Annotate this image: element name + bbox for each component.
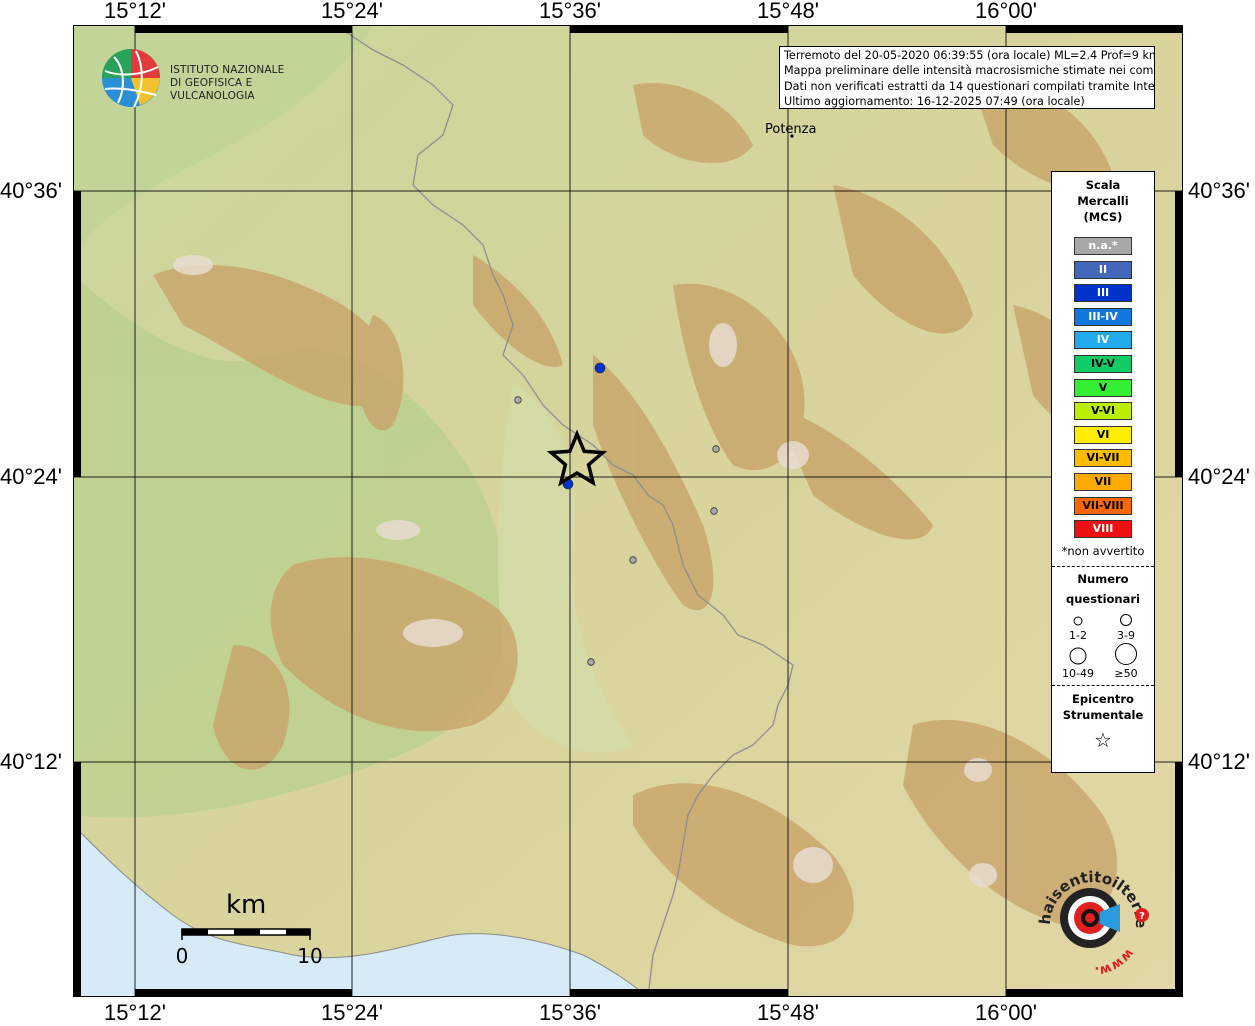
intensity-swatch: V — [1074, 378, 1132, 397]
questionari-title: Numero questionari — [1052, 569, 1154, 609]
intensity-swatch: VII — [1074, 472, 1132, 491]
intensity-swatch: III — [1074, 284, 1132, 303]
event-info-line4: Ultimo aggiornamento: 16-12-2025 07:49 (… — [784, 94, 1085, 108]
lat-tick-right-2: 40°24' — [1188, 464, 1250, 489]
event-info-line1: Terremoto del 20-05-2020 06:39:55 (ora l… — [784, 49, 1155, 62]
legend-title-line2: Mercalli — [1077, 194, 1129, 208]
intensity-swatch: VII-VIII — [1074, 496, 1132, 515]
scale-unit: km — [226, 890, 267, 920]
event-info-line2: Mappa preliminare delle intensità macros… — [784, 64, 1155, 78]
intensity-map[interactable] — [73, 25, 1183, 997]
intensity-swatch: II — [1074, 260, 1132, 279]
event-info-box: Terremoto del 20-05-2020 06:39:55 (ora l… — [779, 46, 1155, 109]
lat-tick-left-1: 40°36' — [0, 178, 62, 203]
hsit-logo: haisentitoilterremoto.it www. ? — [1020, 846, 1158, 990]
event-info-line3: Dati non verificati estratti da 14 quest… — [784, 79, 1155, 93]
map-canvas — [73, 25, 1183, 997]
size-50-plus-label: ≥50 — [1114, 667, 1138, 681]
size-10-49-label: 10-49 — [1062, 667, 1094, 681]
lon-tick-bottom-1: 15°12' — [104, 1000, 166, 1025]
size-10-49-icon — [1069, 647, 1087, 665]
scale-end-label: 10 — [297, 944, 323, 968]
lon-tick-top-1: 15°12' — [104, 0, 166, 23]
intensity-swatch: VI-VII — [1074, 449, 1132, 468]
lon-tick-top-3: 15°36' — [539, 0, 601, 23]
legend-title-line3: (MCS) — [1083, 210, 1123, 224]
size-1-2-label: 1-2 — [1069, 629, 1087, 643]
size-50-plus-icon — [1115, 643, 1137, 666]
city-label-potenza: Potenza — [765, 122, 817, 137]
legend-divider — [1052, 685, 1154, 687]
lon-tick-top-2: 15°24' — [321, 0, 383, 23]
lon-tick-top-5: 16°00' — [975, 0, 1037, 23]
ingv-name: ISTITUTO NAZIONALE DI GEOFISICA E VULCAN… — [170, 64, 320, 103]
observation-point — [710, 507, 718, 515]
legend-note: *non avvertito — [1061, 544, 1145, 559]
observation-point — [514, 396, 522, 404]
questionari-title-line2: questionari — [1066, 592, 1140, 607]
intensity-swatch: IV — [1074, 331, 1132, 350]
lon-tick-bottom-5: 16°00' — [975, 1000, 1037, 1025]
intensity-swatch: VI — [1074, 425, 1132, 444]
intensity-swatch: n.a.* — [1074, 237, 1132, 255]
intensity-swatch: IV-V — [1074, 354, 1132, 373]
hsit-badge-icon: haisentitoilterremoto.it www. ? — [1020, 846, 1150, 979]
size-3-9-label: 3-9 — [1117, 629, 1135, 643]
epicentro-title-line2: Strumentale — [1062, 708, 1144, 723]
epicentro-title-line1: Epicentro — [1072, 692, 1134, 707]
scale-bar: km 0 10 — [176, 890, 330, 970]
legend-divider — [1052, 566, 1154, 568]
scale-start-label: 0 — [175, 944, 189, 968]
observation-point — [712, 445, 720, 453]
lat-tick-left-2: 40°24' — [0, 464, 62, 489]
legend-title: Scala Mercalli (MCS) — [1052, 177, 1154, 225]
size-3-9-icon — [1120, 614, 1132, 627]
intensity-swatch: III-IV — [1074, 307, 1132, 326]
observation-point — [629, 556, 637, 564]
hsit-url: www. — [1094, 946, 1137, 979]
legend-title-line1: Scala — [1085, 178, 1121, 192]
ingv-globe-icon — [102, 49, 160, 108]
epicentro-title: Epicentro Strumentale — [1052, 691, 1154, 723]
lat-tick-right-3: 40°12' — [1188, 749, 1250, 774]
size-1-2-icon — [1073, 616, 1083, 626]
ingv-name-line1: ISTITUTO NAZIONALE — [170, 64, 285, 76]
legend-panel: Scala Mercalli (MCS) n.a.* II III III-IV IV I… — [1051, 171, 1155, 773]
lat-tick-right-1: 40°36' — [1188, 178, 1250, 203]
lon-tick-top-4: 15°48' — [757, 0, 819, 23]
lon-tick-bottom-3: 15°36' — [539, 1000, 601, 1025]
lon-tick-bottom-2: 15°24' — [321, 1000, 383, 1025]
lat-tick-left-3: 40°12' — [0, 749, 62, 774]
observation-point — [594, 362, 606, 374]
hsit-question: ? — [1139, 911, 1145, 922]
epicenter-legend-star-icon: ☆ — [1094, 728, 1112, 753]
questionari-size-key: 1-2 3-9 10-49 ≥50 — [1052, 609, 1154, 681]
lon-tick-bottom-4: 15°48' — [757, 1000, 819, 1025]
ingv-logo: ISTITUTO NAZIONALE DI GEOFISICA E VULCAN… — [100, 47, 320, 109]
intensity-swatch: VIII — [1074, 520, 1132, 539]
observation-point — [587, 658, 595, 666]
intensity-swatch: V-VI — [1074, 402, 1132, 421]
ingv-name-line2: DI GEOFISICA E VULCANOLOGIA — [170, 77, 255, 102]
intensity-scale: n.a.* II III III-IV IV IV-V V V-VI VI VI-VII VII VI… — [1052, 237, 1154, 539]
questionari-title-line1: Numero — [1077, 572, 1129, 587]
